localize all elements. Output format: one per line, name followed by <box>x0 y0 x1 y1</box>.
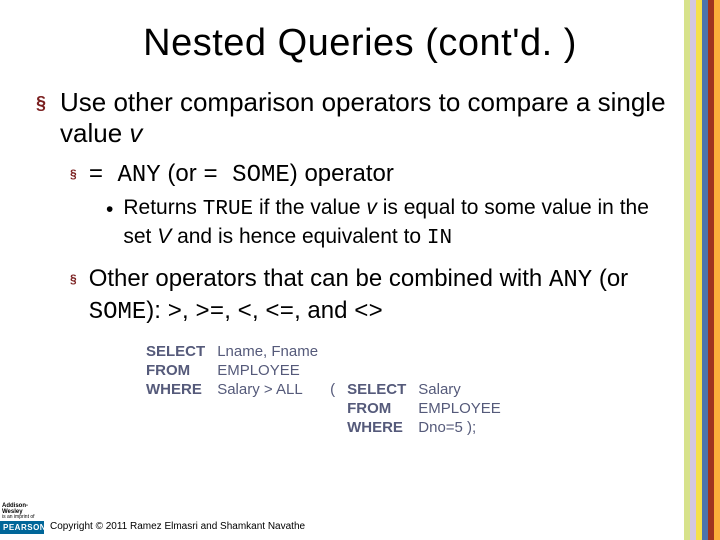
sql-row: FROM EMPLOYEE <box>146 399 513 418</box>
decor-stripe <box>714 0 720 540</box>
sql-text: ( <box>330 380 347 399</box>
sql-row: WHERE Dno=5 ); <box>146 418 513 437</box>
text-italic: v <box>129 118 142 148</box>
sql-text: Dno=5 ); <box>418 418 513 437</box>
code: <> <box>354 299 383 326</box>
bullet-text: Returns TRUE if the value v is equal to … <box>123 195 680 252</box>
bullet-mark-icon: § <box>70 159 77 191</box>
sql-text: Salary <box>418 380 513 399</box>
sql-row: SELECT Lname, Fname <box>146 342 513 361</box>
text: if the value <box>253 196 366 219</box>
code: < <box>238 299 252 326</box>
text: ): <box>146 297 167 324</box>
code: IN <box>427 227 452 250</box>
bullet-level2: § = ANY (or = SOME) operator <box>70 159 680 191</box>
bullet-text: = ANY (or = SOME) operator <box>89 159 394 191</box>
sql-keyword: WHERE <box>146 380 217 399</box>
sql-row: FROM EMPLOYEE <box>146 361 513 380</box>
sql-example: SELECT Lname, Fname FROM EMPLOYEE WHERE … <box>146 342 680 437</box>
sql-keyword: FROM <box>146 361 217 380</box>
sql-keyword: FROM <box>347 399 418 418</box>
bullet-level2: § Other operators that can be combined w… <box>70 264 680 328</box>
sql-row: WHERE Salary > ALL ( SELECT Salary <box>146 380 513 399</box>
text: Use other comparison operators to compar… <box>60 87 666 148</box>
sql-keyword: SELECT <box>146 342 217 361</box>
text-italic: v <box>366 196 377 219</box>
text: (or <box>161 160 204 187</box>
text: Other operators that can be combined wit… <box>89 265 549 292</box>
text: Returns <box>123 196 202 219</box>
sql-text: EMPLOYEE <box>217 361 330 380</box>
sql-keyword: WHERE <box>347 418 418 437</box>
publisher-logo: Addison-Wesley is an imprint of PEARSON <box>0 503 44 534</box>
code: = SOME <box>203 162 289 189</box>
slide-body: § Use other comparison operators to comp… <box>0 65 720 437</box>
pearson-logo: PEARSON <box>0 521 44 534</box>
bullet-mark-icon: § <box>36 87 46 149</box>
text-italic: V <box>157 225 171 248</box>
code: ANY <box>549 267 592 294</box>
copyright-text: Copyright © 2011 Ramez Elmasri and Shamk… <box>50 521 305 534</box>
bullet-text: Other operators that can be combined wit… <box>89 264 680 328</box>
text: and is hence equivalent to <box>171 225 427 248</box>
slide-title: Nested Queries (cont'd. ) <box>0 0 720 65</box>
code: SOME <box>89 299 147 326</box>
text: ) operator <box>290 160 394 187</box>
code: = ANY <box>89 162 161 189</box>
bullet-text: Use other comparison operators to compar… <box>60 87 680 149</box>
sql-table: SELECT Lname, Fname FROM EMPLOYEE WHERE … <box>146 342 513 437</box>
bullet-mark-icon: • <box>106 195 113 252</box>
text: , <box>252 297 265 324</box>
text: (or <box>592 265 628 292</box>
text: , and <box>294 297 354 324</box>
bullet-level3: • Returns TRUE if the value v is equal t… <box>106 195 680 252</box>
footer: Addison-Wesley is an imprint of PEARSON … <box>0 503 305 534</box>
code: <= <box>265 299 294 326</box>
sql-keyword: SELECT <box>347 380 418 399</box>
code: TRUE <box>203 198 253 221</box>
sql-text: Salary > ALL <box>217 380 330 399</box>
sql-text: Lname, Fname <box>217 342 330 361</box>
code: >= <box>195 299 224 326</box>
slide: Nested Queries (cont'd. ) § Use other co… <box>0 0 720 540</box>
text: , <box>224 297 237 324</box>
sql-text: EMPLOYEE <box>418 399 513 418</box>
text: , <box>182 297 195 324</box>
code: > <box>168 299 182 326</box>
bullet-mark-icon: § <box>70 264 77 328</box>
bullet-level1: § Use other comparison operators to comp… <box>36 87 680 149</box>
